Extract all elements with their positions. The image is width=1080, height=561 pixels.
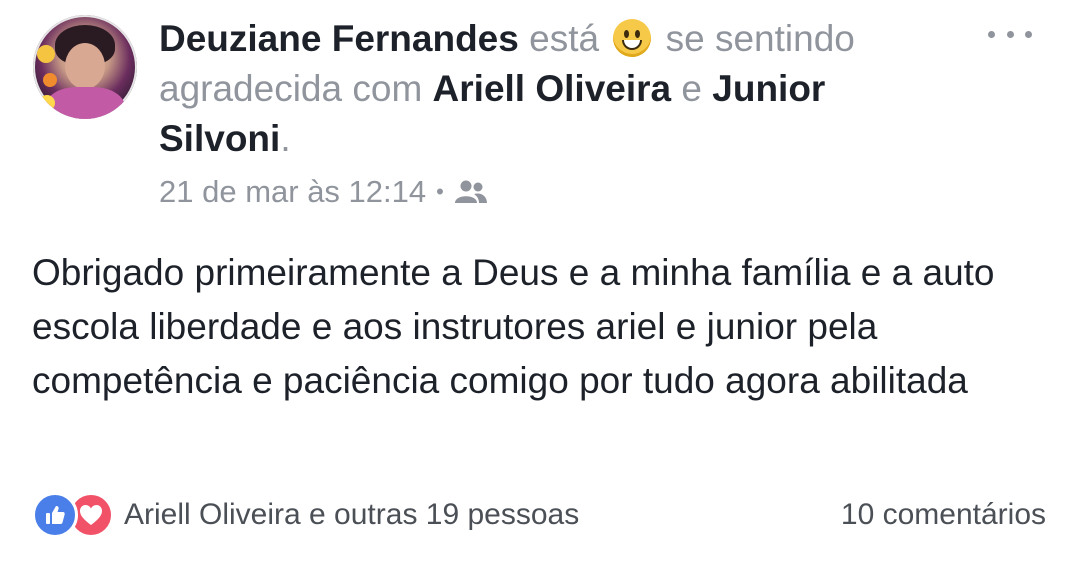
smiley-icon: [613, 19, 652, 57]
header-period: .: [280, 118, 291, 159]
tagged-person-2-first[interactable]: Junior: [712, 68, 825, 109]
more-options-icon[interactable]: [988, 24, 1032, 44]
feeling-label: se sentindo: [665, 18, 855, 59]
friends-icon: [454, 180, 487, 203]
comments-count[interactable]: 10 comentários: [841, 494, 1046, 536]
tagged-person-2-last[interactable]: Silvoni: [159, 118, 280, 159]
reactions-text[interactable]: Ariell Oliveira e outras 19 pessoas: [124, 498, 579, 532]
post-meta: 21 de mar às 12:14 •: [159, 172, 488, 212]
reactions-summary[interactable]: Ariell Oliveira e outras 19 pessoas: [32, 492, 579, 538]
tagged-person-1[interactable]: Ariell Oliveira: [433, 68, 672, 109]
author-name[interactable]: Deuziane Fernandes: [159, 18, 519, 59]
post-header: Deuziane Fernandes está se sentindo agra…: [159, 14, 939, 164]
post-body: Obrigado primeiramente a Deus e a minha …: [32, 252, 995, 401]
meta-separator: •: [436, 179, 444, 204]
timestamp[interactable]: 21 de mar às 12:14: [159, 174, 426, 210]
like-icon: [32, 492, 78, 538]
conjunction: e: [681, 68, 702, 109]
feeling-with-label: agradecida com: [159, 68, 423, 109]
author-avatar[interactable]: [33, 15, 137, 119]
esta-label: está: [529, 18, 600, 59]
